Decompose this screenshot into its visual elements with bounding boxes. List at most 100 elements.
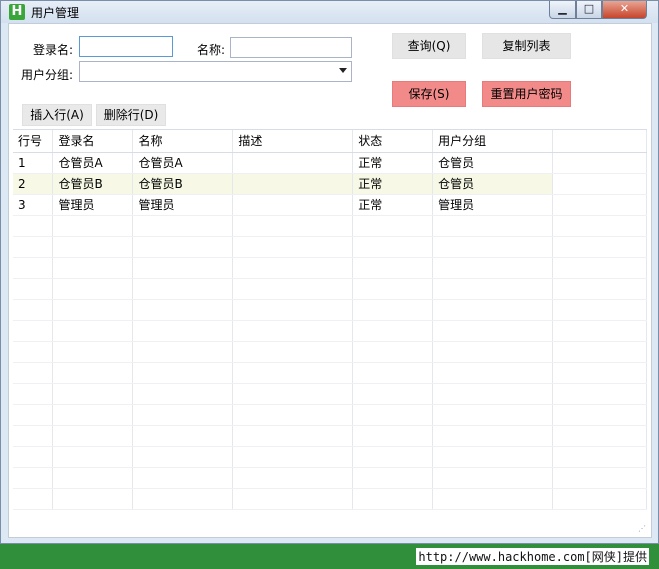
empty-cell (132, 278, 234, 300)
empty-cell (352, 278, 434, 300)
description-cell[interactable] (232, 194, 354, 216)
status-cell[interactable]: 正常 (352, 194, 434, 216)
row-number-cell[interactable]: 3 (13, 194, 54, 216)
empty-table-row (13, 446, 647, 468)
user-management-window: H 用户管理 ▁ □ ✕ 登录名: 名称: 用户分组: 查询(Q) 复制列表 保… (0, 0, 659, 544)
user-group-cell[interactable]: 仓管员 (432, 152, 554, 174)
user-table-area: 行号 登录名 名称 描述 状态 用户分组 1 仓管员A 仓管员A 正常 仓管员 … (13, 129, 647, 529)
empty-rows (13, 215, 647, 510)
empty-cell (232, 341, 354, 363)
empty-cell (132, 236, 234, 258)
user-group-cell[interactable]: 管理员 (432, 194, 554, 216)
name-cell[interactable]: 管理员 (132, 194, 234, 216)
empty-cell (232, 257, 354, 279)
table-row[interactable]: 1 仓管员A 仓管员A 正常 仓管员 (13, 152, 647, 174)
chevron-down-icon[interactable] (339, 68, 347, 73)
empty-cell (132, 341, 234, 363)
empty-cell (352, 236, 434, 258)
empty-cell (13, 236, 54, 258)
table-row[interactable]: 2 仓管员B 仓管员B 正常 仓管员 (13, 173, 647, 195)
status-cell[interactable]: 正常 (352, 173, 434, 195)
user-group-cell[interactable]: 仓管员 (432, 173, 554, 195)
empty-cell (52, 299, 134, 321)
empty-cell (52, 341, 134, 363)
empty-table-row (13, 278, 647, 300)
empty-cell (52, 236, 134, 258)
title-bar[interactable]: H 用户管理 ▁ □ ✕ (1, 1, 658, 23)
empty-cell (432, 488, 554, 510)
copy-list-button[interactable]: 复制列表 (482, 33, 571, 59)
description-cell[interactable] (232, 173, 354, 195)
empty-cell (352, 215, 434, 237)
description-cell[interactable] (232, 152, 354, 174)
insert-row-button[interactable]: 插入行(A) (22, 104, 92, 126)
column-header-login-name[interactable]: 登录名 (52, 130, 134, 153)
column-header-name[interactable]: 名称 (132, 130, 234, 153)
empty-cell (552, 215, 647, 237)
reset-password-button[interactable]: 重置用户密码 (482, 81, 571, 107)
column-header-filler (552, 130, 647, 153)
empty-cell (13, 362, 54, 384)
login-name-cell[interactable]: 管理员 (52, 194, 134, 216)
empty-cell (232, 488, 354, 510)
empty-cell (52, 320, 134, 342)
empty-cell (132, 425, 234, 447)
empty-cell (52, 446, 134, 468)
close-button[interactable]: ✕ (602, 1, 647, 19)
empty-cell (132, 215, 234, 237)
empty-cell (552, 278, 647, 300)
name-cell[interactable]: 仓管员B (132, 173, 234, 195)
empty-cell (132, 404, 234, 426)
column-header-row-number[interactable]: 行号 (13, 130, 54, 153)
name-cell[interactable]: 仓管员A (132, 152, 234, 174)
login-name-input[interactable] (79, 36, 173, 57)
empty-cell (13, 257, 54, 279)
empty-cell (352, 320, 434, 342)
name-input[interactable] (230, 37, 352, 58)
empty-cell (552, 236, 647, 258)
login-name-cell[interactable]: 仓管员A (52, 152, 134, 174)
empty-cell (352, 341, 434, 363)
empty-cell (52, 362, 134, 384)
empty-cell (552, 404, 647, 426)
empty-cell (552, 299, 647, 321)
empty-cell (352, 446, 434, 468)
table-row[interactable]: 3 管理员 管理员 正常 管理员 (13, 194, 647, 216)
empty-cell (13, 488, 54, 510)
empty-cell (132, 467, 234, 489)
empty-cell (552, 446, 647, 468)
row-number-cell[interactable]: 1 (13, 152, 54, 174)
login-name-label: 登录名: (33, 43, 74, 57)
footer-bar: http://www.hackhome.com[网侠]提供 (0, 544, 659, 569)
user-group-label: 用户分组: (21, 68, 74, 82)
empty-table-row (13, 467, 647, 489)
save-button[interactable]: 保存(S) (392, 81, 466, 107)
empty-table-row (13, 341, 647, 363)
login-name-cell[interactable]: 仓管员B (52, 173, 134, 195)
table-header-row: 行号 登录名 名称 描述 状态 用户分组 (13, 130, 647, 153)
empty-cell (432, 278, 554, 300)
empty-cell (232, 299, 354, 321)
delete-row-button[interactable]: 删除行(D) (96, 104, 166, 126)
filler-cell (552, 152, 647, 174)
column-header-status[interactable]: 状态 (352, 130, 434, 153)
empty-cell (132, 299, 234, 321)
empty-cell (13, 320, 54, 342)
empty-cell (52, 425, 134, 447)
query-button[interactable]: 查询(Q) (392, 33, 466, 59)
empty-cell (232, 425, 354, 447)
empty-cell (432, 236, 554, 258)
empty-cell (132, 320, 234, 342)
user-group-select[interactable] (79, 61, 352, 82)
resize-grip-icon[interactable]: ⋰ (638, 524, 648, 534)
minimize-button[interactable]: ▁ (549, 1, 576, 19)
empty-cell (52, 278, 134, 300)
row-number-cell[interactable]: 2 (13, 173, 54, 195)
status-cell[interactable]: 正常 (352, 152, 434, 174)
column-header-description[interactable]: 描述 (232, 130, 354, 153)
empty-cell (552, 362, 647, 384)
empty-table-row (13, 299, 647, 321)
maximize-button[interactable]: □ (576, 1, 602, 19)
empty-cell (552, 257, 647, 279)
column-header-user-group[interactable]: 用户分组 (432, 130, 554, 153)
